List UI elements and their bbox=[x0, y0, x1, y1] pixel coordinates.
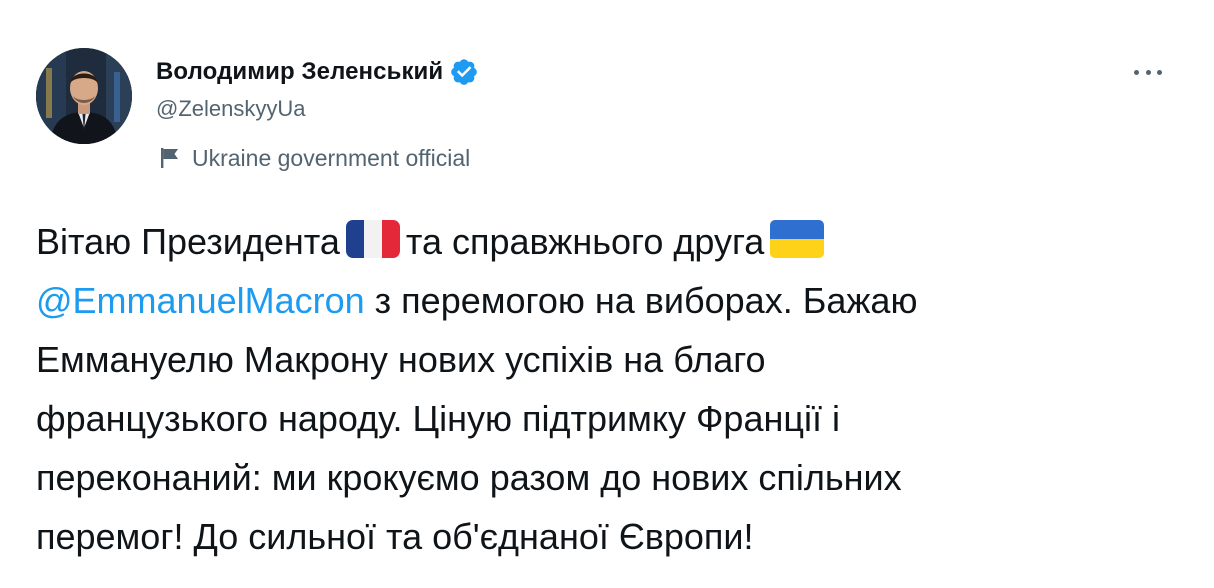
ukraine-flag-icon bbox=[770, 216, 825, 275]
tweet-text-segment: Вітаю Президента bbox=[36, 221, 340, 262]
author-name[interactable]: Володимир Зеленський bbox=[156, 58, 443, 86]
tweet-text-segment: та справжнього друга bbox=[405, 221, 765, 262]
tweet-text: Вітаю Президента та справжнього друга @E… bbox=[36, 212, 1186, 566]
author-header: Володимир Зеленський @ZelenskyyUa bbox=[156, 54, 479, 124]
tweet-line-1: Вітаю Президента та справжнього друга bbox=[36, 212, 1186, 271]
tweet-line-5: переконаний: ми крокуємо разом до нових … bbox=[36, 457, 902, 498]
tweet-card: Володимир Зеленський @ZelenskyyUa Ukrain… bbox=[0, 0, 1214, 588]
more-options-icon[interactable] bbox=[1128, 60, 1168, 84]
avatar[interactable] bbox=[36, 48, 132, 144]
more-dot bbox=[1145, 69, 1151, 75]
france-flag-icon bbox=[345, 216, 400, 275]
avatar-photo bbox=[36, 48, 132, 144]
tweet-line-3: Еммануелю Макрону нових успіхів на благо bbox=[36, 339, 766, 380]
verified-badge-icon bbox=[449, 57, 479, 87]
tweet-line-4: французького народу. Ціную підтримку Фра… bbox=[36, 398, 840, 439]
author-handle[interactable]: @ZelenskyyUa bbox=[156, 94, 479, 124]
tweet-line-6: перемог! До сильної та об'єднаної Європи… bbox=[36, 516, 754, 557]
more-dot bbox=[1134, 69, 1139, 75]
government-label[interactable]: Ukraine government official bbox=[160, 142, 470, 174]
more-dot bbox=[1157, 69, 1162, 75]
tweet-line-2: @EmmanuelMacron з перемогою на виборах. … bbox=[36, 271, 1186, 330]
tweet-text-segment: з перемогою на виборах. Бажаю bbox=[364, 280, 918, 321]
government-flag-icon bbox=[160, 147, 180, 169]
mention-link[interactable]: @EmmanuelMacron bbox=[36, 280, 365, 321]
government-label-text: Ukraine government official bbox=[192, 144, 471, 171]
name-row: Володимир Зеленський bbox=[156, 54, 479, 90]
